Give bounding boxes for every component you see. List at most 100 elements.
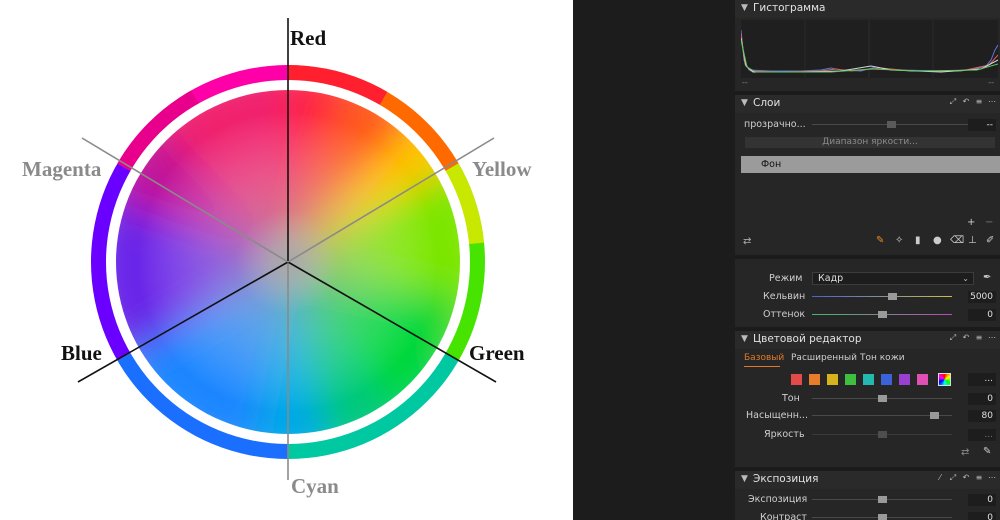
color-swatch[interactable] bbox=[845, 374, 856, 385]
wb-mode-label: Режим bbox=[769, 273, 803, 284]
expand-icon[interactable]: ⤢ bbox=[949, 334, 957, 342]
expand-icon[interactable]: ⤢ bbox=[949, 98, 957, 106]
color-swatch[interactable] bbox=[791, 374, 802, 385]
color-swatch[interactable] bbox=[863, 374, 874, 385]
menu-icon[interactable]: ≡ bbox=[975, 474, 983, 482]
swap-icon[interactable]: ⇄ bbox=[961, 448, 969, 458]
exposure-value[interactable]: 0 bbox=[968, 494, 996, 506]
tab-advanced[interactable]: Расширенный bbox=[791, 353, 857, 363]
color-editor-header[interactable]: ▼ Цветовой редактор ⤢ ↶ ≡ ⋯ bbox=[735, 331, 1000, 349]
histogram-plot bbox=[740, 20, 999, 78]
histogram-header[interactable]: ▼ Гистограмма bbox=[735, 0, 1000, 18]
menu-icon[interactable]: ≡ bbox=[975, 98, 983, 106]
chevron-down-icon[interactable]: ▼ bbox=[741, 474, 751, 484]
color-editor-title: Цветовой редактор bbox=[753, 333, 862, 345]
opacity-slider[interactable] bbox=[812, 121, 972, 128]
saturation-label: Насыщенн... bbox=[746, 410, 808, 421]
lightness-slider-knob[interactable] bbox=[877, 431, 887, 438]
tint-slider-knob[interactable] bbox=[877, 311, 887, 318]
color-swatch[interactable] bbox=[809, 374, 820, 385]
more-icon[interactable]: ⋯ bbox=[988, 334, 996, 342]
more-icon[interactable]: ⋯ bbox=[988, 98, 996, 106]
hue-label: Тон bbox=[782, 393, 800, 404]
color-wheel-image bbox=[77, 18, 497, 480]
layers-header[interactable]: ▼ Слои ⤢ ↶ ≡ ⋯ bbox=[735, 95, 1000, 113]
clone-icon[interactable]: ✐ bbox=[986, 236, 994, 246]
histogram-readout-right: -- bbox=[988, 78, 994, 87]
hue-row: Тон 0 bbox=[735, 392, 1000, 406]
reset-icon[interactable]: ↶ bbox=[962, 334, 970, 342]
color-swatch[interactable] bbox=[827, 374, 838, 385]
histogram-readout-left: -- bbox=[742, 78, 748, 87]
eraser-icon[interactable]: ⌫ bbox=[950, 236, 964, 246]
hue-value[interactable]: 0 bbox=[968, 393, 996, 405]
reset-icon[interactable]: ↶ bbox=[962, 474, 970, 482]
reset-icon[interactable]: ↶ bbox=[962, 98, 970, 106]
layers-title: Слои bbox=[753, 97, 781, 109]
gradient-icon[interactable]: ▮ bbox=[915, 236, 921, 246]
picker-plus-icon[interactable]: ✎ bbox=[983, 447, 991, 457]
wb-mode-value: Кадр bbox=[818, 273, 844, 284]
histogram-curves bbox=[740, 20, 999, 78]
wb-mode-select[interactable]: Кадр ⌄ bbox=[812, 272, 974, 285]
cyan-label: Cyan bbox=[291, 474, 339, 498]
opacity-row: прозрачно... -- bbox=[735, 119, 1000, 133]
saturation-value[interactable]: 80 bbox=[968, 410, 996, 422]
expand-icon[interactable]: ⤢ bbox=[949, 474, 957, 482]
radial-icon[interactable]: ● bbox=[933, 236, 942, 246]
lightness-slider[interactable] bbox=[812, 431, 952, 438]
more-icon[interactable]: ⋯ bbox=[988, 474, 996, 482]
color-swatch[interactable] bbox=[917, 374, 928, 385]
remove-layer-icon[interactable]: − bbox=[985, 218, 993, 228]
swap-icon[interactable]: ⇄ bbox=[743, 237, 751, 247]
kelvin-slider[interactable] bbox=[812, 293, 952, 300]
kelvin-value[interactable]: 5000 bbox=[968, 291, 996, 303]
contrast-value[interactable]: 0 bbox=[968, 512, 996, 520]
hue-slider-knob[interactable] bbox=[877, 395, 887, 402]
tool-panel: ▼ Гистограмма -- -- ▼ Слои ⤢ ↶ ≡ ⋯ прозр… bbox=[735, 0, 1000, 520]
color-swatch[interactable] bbox=[881, 374, 892, 385]
color-editor-section: ▼ Цветовой редактор ⤢ ↶ ≡ ⋯ Базовый Расш… bbox=[735, 331, 1000, 467]
brush-icon[interactable]: ✎ bbox=[876, 236, 884, 246]
magic-brush-icon[interactable]: ✧ bbox=[895, 236, 903, 246]
exposure-slider[interactable] bbox=[812, 496, 952, 503]
opacity-value[interactable]: -- bbox=[968, 119, 996, 131]
tint-slider[interactable] bbox=[812, 311, 952, 318]
saturation-slider-knob[interactable] bbox=[929, 412, 939, 419]
contrast-slider-knob[interactable] bbox=[877, 514, 887, 520]
auto-adjust-icon[interactable]: ⁄ bbox=[936, 474, 944, 482]
color-editor-header-icons: ⤢ ↶ ≡ ⋯ bbox=[949, 334, 996, 342]
section-divider bbox=[735, 255, 1000, 259]
tint-label: Оттенок bbox=[763, 309, 806, 320]
layers-header-icons: ⤢ ↶ ≡ ⋯ bbox=[949, 98, 996, 106]
luma-range-button[interactable]: Диапазон яркости... bbox=[745, 137, 995, 148]
picker-icon[interactable]: ✒ bbox=[983, 273, 991, 283]
exposure-slider-knob[interactable] bbox=[877, 496, 887, 503]
menu-icon[interactable]: ≡ bbox=[975, 334, 983, 342]
image-viewer: Red Yellow Green Cyan Blue Magenta bbox=[0, 0, 573, 520]
color-picker-swatch[interactable] bbox=[938, 373, 951, 386]
fill-icon[interactable]: ⊥ bbox=[968, 236, 977, 246]
exposure-header-icons: ⁄ ⤢ ↶ ≡ ⋯ bbox=[936, 474, 996, 482]
kelvin-slider-knob[interactable] bbox=[887, 293, 897, 300]
contrast-slider[interactable] bbox=[812, 514, 952, 520]
layer-item-background[interactable]: Фон bbox=[741, 156, 1000, 173]
saturation-slider[interactable] bbox=[812, 412, 952, 419]
chevron-down-icon[interactable]: ▼ bbox=[741, 334, 751, 344]
chevron-down-icon[interactable]: ▼ bbox=[741, 98, 751, 108]
lightness-value[interactable]: ... bbox=[968, 429, 996, 441]
exposure-title: Экспозиция bbox=[753, 473, 819, 485]
magenta-label: Magenta bbox=[22, 157, 102, 181]
opacity-slider-knob[interactable] bbox=[887, 121, 896, 128]
chevron-down-icon[interactable]: ▼ bbox=[741, 3, 751, 13]
hue-slider[interactable] bbox=[812, 395, 952, 402]
exposure-header[interactable]: ▼ Экспозиция ⁄ ⤢ ↶ ≡ ⋯ bbox=[735, 471, 1000, 489]
tint-value[interactable]: 0 bbox=[968, 309, 996, 321]
kelvin-row: Кельвин 5000 bbox=[735, 290, 1000, 304]
add-layer-icon[interactable]: + bbox=[967, 218, 975, 228]
color-swatch[interactable] bbox=[899, 374, 910, 385]
swatch-more-button[interactable]: ... bbox=[968, 373, 996, 386]
blue-label: Blue bbox=[61, 341, 102, 365]
tab-basic[interactable]: Базовый bbox=[744, 353, 784, 363]
tab-skin-tone[interactable]: Тон кожи bbox=[860, 353, 905, 363]
